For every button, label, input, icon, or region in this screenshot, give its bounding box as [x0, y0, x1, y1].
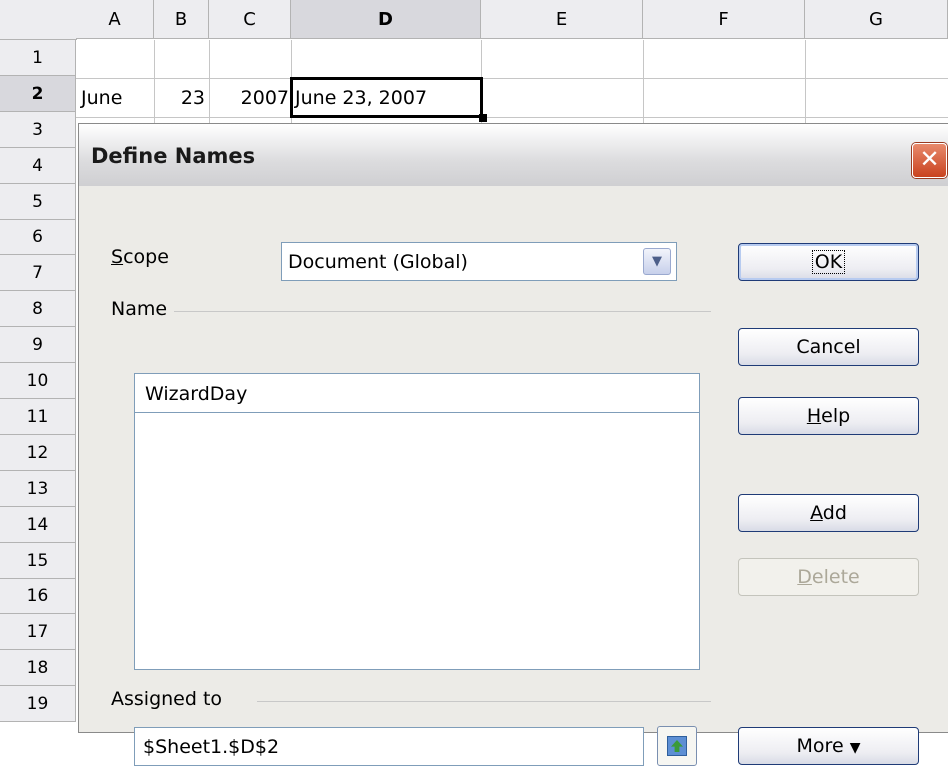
assigned-section-label: Assigned to — [111, 688, 223, 710]
cancel-button[interactable]: Cancel — [738, 328, 919, 366]
more-label: More — [796, 735, 844, 757]
row-header-10[interactable]: 10 — [0, 363, 76, 399]
ok-button[interactable]: OK — [738, 243, 919, 281]
row-header-18[interactable]: 18 — [0, 650, 76, 686]
name-input[interactable]: WizardDay — [134, 373, 700, 414]
row-header-8[interactable]: 8 — [0, 291, 76, 327]
close-icon[interactable]: ✕ — [912, 143, 947, 178]
row-header-16[interactable]: 16 — [0, 579, 76, 614]
add-label: dd — [822, 502, 847, 524]
shrink-button[interactable] — [657, 726, 697, 766]
assigned-separator — [257, 701, 711, 702]
ok-label: OK — [811, 250, 846, 274]
grid-line — [76, 78, 948, 79]
row-header-12[interactable]: 12 — [0, 435, 76, 471]
cell-b2[interactable]: 23 — [154, 79, 205, 117]
row-header-17[interactable]: 17 — [0, 614, 76, 650]
name-separator — [174, 311, 711, 312]
row-header-4[interactable]: 4 — [0, 148, 76, 184]
shrink-arrow — [671, 740, 683, 752]
row-header-2[interactable]: 2 — [0, 76, 76, 112]
row-header-15[interactable]: 15 — [0, 543, 76, 579]
row-header-3[interactable]: 3 — [0, 112, 76, 148]
select-all-corner[interactable] — [0, 0, 77, 40]
dropdown-arrow-icon[interactable]: ▼ — [643, 248, 671, 275]
define-names-dialog: Define Names ✕ Scope Document (Global) ▼… — [78, 123, 948, 766]
help-label: elp — [821, 405, 851, 427]
add-accel: A — [810, 502, 823, 524]
row-header-11[interactable]: 11 — [0, 399, 76, 435]
row-header-5[interactable]: 5 — [0, 184, 76, 220]
row-header-1[interactable]: 1 — [0, 40, 76, 76]
more-arrow-icon: ▼ — [849, 740, 861, 756]
row-header-7[interactable]: 7 — [0, 255, 76, 291]
delete-label: elete — [811, 566, 860, 588]
column-header-a[interactable]: A — [76, 0, 154, 39]
scope-dropdown[interactable]: Document (Global) ▼ — [281, 242, 677, 281]
column-header-f[interactable]: F — [643, 0, 805, 39]
names-list[interactable] — [134, 412, 700, 670]
shrink-icon — [667, 736, 687, 756]
help-button[interactable]: Help — [738, 397, 919, 435]
row-header-19[interactable]: 19 — [0, 686, 76, 722]
cell-cursor — [290, 77, 483, 118]
column-header-b[interactable]: B — [154, 0, 209, 39]
dialog-title: Define Names — [91, 144, 256, 168]
fill-handle[interactable] — [479, 114, 487, 122]
row-header-13[interactable]: 13 — [0, 471, 76, 507]
column-header-d[interactable]: D — [291, 0, 481, 39]
row-header-14[interactable]: 14 — [0, 507, 76, 543]
scope-value: Document (Global) — [288, 251, 468, 273]
dialog-body: Scope Document (Global) ▼ Name WizardDay… — [79, 186, 948, 766]
name-input-value: WizardDay — [145, 383, 248, 405]
row-header-9[interactable]: 9 — [0, 327, 76, 363]
delete-accel: D — [797, 566, 812, 588]
row-header-6[interactable]: 6 — [0, 220, 76, 255]
column-header-e[interactable]: E — [481, 0, 643, 39]
column-header-g[interactable]: G — [805, 0, 948, 39]
dialog-titlebar[interactable]: Define Names ✕ — [79, 124, 948, 187]
cell-c2[interactable]: 2007 — [209, 79, 289, 117]
delete-button[interactable]: Delete — [738, 558, 919, 596]
scope-label-text: cope — [123, 246, 169, 268]
name-section-label: Name — [111, 298, 168, 320]
cell-a2[interactable]: June — [81, 79, 122, 117]
scope-label: Scope — [111, 246, 169, 268]
assigned-to-value: $Sheet1.$D$2 — [143, 736, 280, 758]
scope-label-accel: S — [111, 246, 124, 268]
grid-line — [76, 117, 948, 118]
assigned-to-input[interactable]: $Sheet1.$D$2 — [134, 727, 644, 766]
more-button[interactable]: More ▼ — [738, 727, 919, 765]
column-header-c[interactable]: C — [209, 0, 291, 39]
help-accel: H — [806, 405, 822, 427]
add-button[interactable]: Add — [738, 494, 919, 532]
